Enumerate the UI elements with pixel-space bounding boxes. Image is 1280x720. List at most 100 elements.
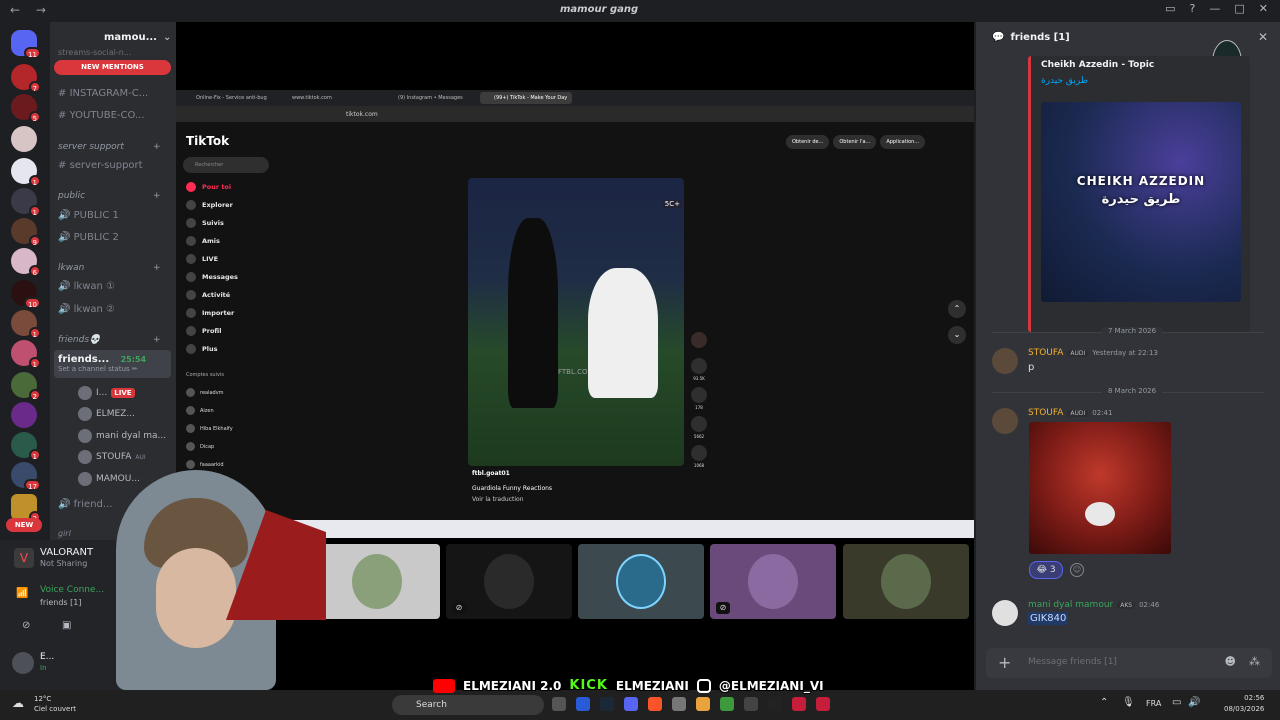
voice-user[interactable]: mani dyal ma... xyxy=(78,429,166,443)
app-icon[interactable] xyxy=(744,697,758,711)
participant-tile[interactable]: ⊘ xyxy=(446,544,572,619)
clock-icon[interactable] xyxy=(672,697,686,711)
server-icon[interactable]: 1 xyxy=(11,432,41,461)
heart-icon[interactable] xyxy=(691,358,707,374)
chevron-up-icon[interactable]: ⌃ xyxy=(1100,697,1108,708)
application-button[interactable]: Application... xyxy=(880,135,926,149)
direct-messages-icon[interactable]: 11 xyxy=(11,30,41,59)
category-server-support[interactable]: server support + xyxy=(58,142,161,152)
get-app-button[interactable]: Obtenir l'a... xyxy=(833,135,877,149)
chevron-up-icon[interactable]: ⌃ xyxy=(948,300,966,318)
address-bar[interactable]: tiktok.com xyxy=(176,106,974,122)
tiktok-nav-item[interactable]: Activité xyxy=(186,290,230,300)
network-icon[interactable]: ▭ xyxy=(1172,697,1181,708)
app-icon[interactable] xyxy=(768,697,782,711)
add-channel-icon[interactable]: + xyxy=(153,335,161,345)
server-icon[interactable]: 1 xyxy=(11,310,41,339)
server-icon[interactable]: 6 xyxy=(11,248,41,277)
tiktok-video[interactable]: FTBL.CO 5C+ xyxy=(468,178,684,466)
embed-thumbnail[interactable]: CHEIKH AZZEDIN طريق حيدرة xyxy=(1041,102,1241,302)
tiktok-nav-item[interactable]: Plus xyxy=(186,344,218,354)
video-off-icon[interactable]: ⊘ xyxy=(22,620,30,631)
plus-icon[interactable]: + xyxy=(998,653,1011,672)
discord-icon[interactable] xyxy=(624,697,638,711)
maximize-icon[interactable]: □ xyxy=(1234,2,1244,15)
task-view-icon[interactable] xyxy=(552,697,566,711)
reaction-button[interactable]: 😂 3 xyxy=(1029,561,1063,579)
voice-channel-lkwan-2[interactable]: 🔊 lkwan ② xyxy=(58,304,115,315)
chevron-down-icon[interactable]: ⌄ xyxy=(163,32,171,43)
channel-youtube[interactable]: # YOUTUBE-CO... xyxy=(58,110,145,121)
avatar[interactable] xyxy=(12,652,34,674)
folder-icon[interactable] xyxy=(696,697,710,711)
server-icon[interactable]: 17 xyxy=(11,462,41,491)
channel-girl[interactable]: girl xyxy=(58,529,71,538)
taskbar-search[interactable]: Search xyxy=(392,695,544,715)
channel-status-button[interactable]: Set a channel status ✏ xyxy=(58,365,167,373)
server-icon[interactable]: 5 xyxy=(11,94,41,123)
tiktok-nav-item[interactable]: Amis xyxy=(186,236,220,246)
server-icon[interactable]: 1 xyxy=(11,340,41,369)
new-mentions-button[interactable]: NEW MENTIONS xyxy=(54,60,171,75)
voice-channel-lkwan-1[interactable]: 🔊 lkwan ① xyxy=(58,281,115,292)
message-input[interactable]: Message friends [1] xyxy=(1028,657,1117,667)
participant-tile[interactable] xyxy=(578,544,704,619)
browser-tab[interactable]: (9) Instagram • Messages xyxy=(384,92,476,104)
emoji-icon[interactable]: ☻ xyxy=(1225,655,1236,668)
followed-account[interactable]: faaaarkid xyxy=(186,460,224,469)
voice-user[interactable]: I... LIVE xyxy=(78,386,135,400)
embed-title[interactable]: Cheikh Azzedin - Topic xyxy=(1041,60,1154,70)
embed-link[interactable]: طريق حيدرة xyxy=(1041,76,1088,86)
server-icon[interactable]: 7 xyxy=(11,64,41,93)
message-author[interactable]: STOUFA xyxy=(1028,408,1063,418)
steam-icon[interactable] xyxy=(600,697,614,711)
valorant-icon[interactable] xyxy=(816,697,830,711)
channel-streams[interactable]: streams-social-n... xyxy=(58,48,131,57)
bookmark-icon[interactable] xyxy=(691,416,707,432)
comment-icon[interactable] xyxy=(691,387,707,403)
server-icon[interactable]: 10 xyxy=(11,280,41,309)
channel-instagram[interactable]: # INSTAGRAM-C... xyxy=(58,88,148,99)
apps-icon[interactable]: ⁂ xyxy=(1249,655,1260,668)
add-channel-icon[interactable]: + xyxy=(153,263,161,273)
server-name[interactable]: mamou... xyxy=(104,32,157,43)
category-friends[interactable]: friends💀 + xyxy=(58,335,161,345)
add-reaction-icon[interactable]: ☺ xyxy=(1070,563,1084,577)
get-desktop-button[interactable]: Obtenir de... xyxy=(786,135,830,149)
browser-tab[interactable]: www.tiktok.com xyxy=(278,92,370,104)
app-icon[interactable] xyxy=(792,697,806,711)
close-icon[interactable]: ✕ xyxy=(1258,30,1268,44)
voice-user[interactable]: ELMEZ... xyxy=(78,407,135,421)
inbox-icon[interactable]: ▭ xyxy=(1165,2,1175,15)
video-author[interactable]: ftbl.goat01 xyxy=(472,470,510,477)
new-badge[interactable]: NEW xyxy=(6,518,42,532)
participant-tile[interactable]: ⊘ xyxy=(710,544,836,619)
minimize-icon[interactable]: — xyxy=(1209,2,1220,15)
message-author[interactable]: mani dyal mamour xyxy=(1028,600,1113,610)
message-composer[interactable]: + Message friends [1] ☻ ⁂ xyxy=(986,648,1272,678)
tiktok-nav-item[interactable]: Messages xyxy=(186,272,238,282)
tiktok-nav-item[interactable]: Pour toi xyxy=(186,182,231,192)
voice-user[interactable]: STOUFA AUI xyxy=(78,450,146,464)
microphone-icon[interactable]: 🎙 xyxy=(1122,697,1135,708)
brave-icon[interactable] xyxy=(648,697,662,711)
tiktok-nav-item[interactable]: Suivis xyxy=(186,218,224,228)
volume-icon[interactable]: 🔊 xyxy=(1188,697,1200,708)
avatar[interactable] xyxy=(691,332,707,348)
avatar[interactable] xyxy=(992,348,1018,374)
play-icon[interactable] xyxy=(720,697,734,711)
language-indicator[interactable]: FRA xyxy=(1146,699,1161,708)
tiktok-nav-item[interactable]: Importer xyxy=(186,308,234,318)
participant-tile[interactable] xyxy=(843,544,969,619)
participant-tile[interactable] xyxy=(314,544,440,619)
image-attachment[interactable] xyxy=(1029,422,1171,554)
browser-tab[interactable]: (99+) TikTok - Make Your Day xyxy=(480,92,572,104)
avatar[interactable] xyxy=(992,600,1018,626)
followed-account[interactable]: Aizen xyxy=(186,406,214,415)
category-lkwan[interactable]: lkwan + xyxy=(58,263,161,273)
server-icon[interactable] xyxy=(11,126,37,152)
tiktok-logo[interactable]: TikTok xyxy=(186,134,229,148)
tiktok-nav-item[interactable]: LIVE xyxy=(186,254,218,264)
message-author[interactable]: STOUFA xyxy=(1028,348,1063,358)
help-icon[interactable]: ? xyxy=(1190,2,1196,15)
